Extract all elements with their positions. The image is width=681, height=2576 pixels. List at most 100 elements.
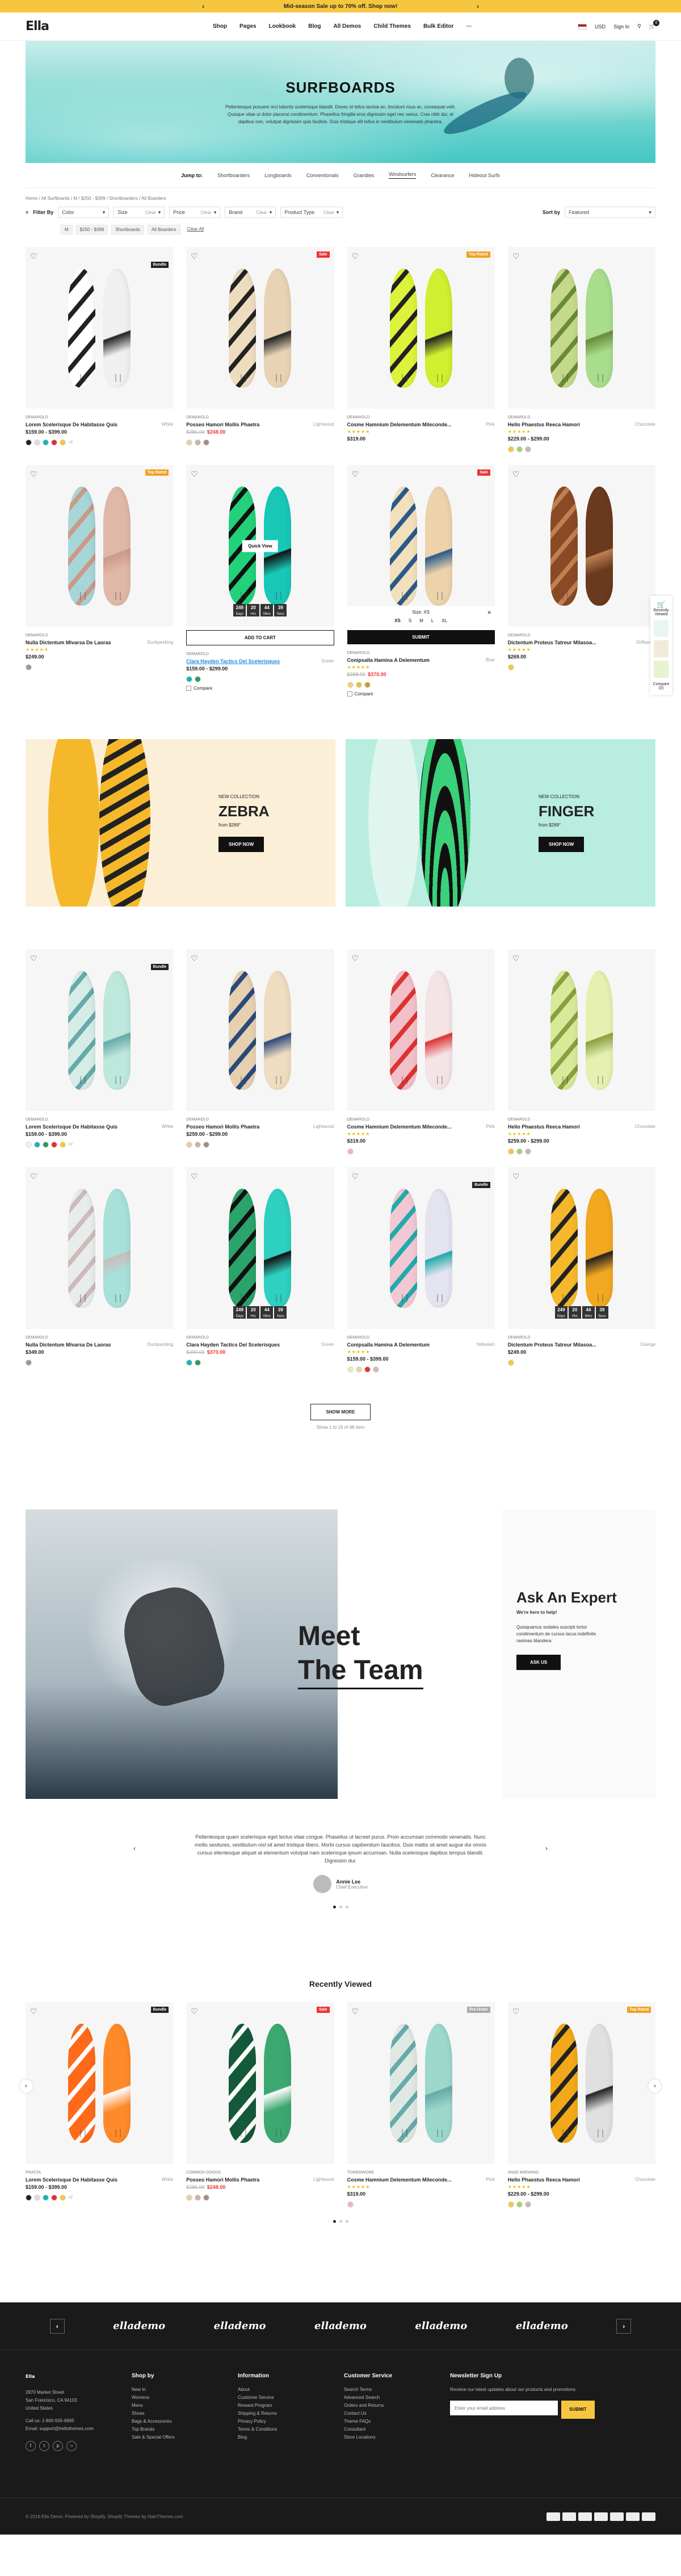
nav-item[interactable]: ⋯ (466, 23, 472, 30)
footer-logo[interactable]: Ella (26, 2373, 132, 2381)
product-card[interactable]: ♡ DEMAROLD Hello Phaestus Reeca Hamori Choc… (507, 247, 655, 452)
more-colors[interactable]: +2 (68, 2196, 73, 2200)
product-vendor[interactable]: DEMAROLD (186, 1336, 334, 1340)
heart-icon[interactable]: ♡ (191, 1172, 198, 1181)
nav-item[interactable]: Shop (213, 23, 227, 30)
announcement-bar[interactable]: ‹ Mid-season Sale up to 70% off. Shop no… (0, 0, 681, 12)
product-name[interactable]: Lorem Scelerisque De Habitasse Quis (26, 1124, 117, 1130)
product-name[interactable]: Posseo Hamori Mollis Phaetra (186, 422, 259, 427)
product-image[interactable]: ♡ Bundle (347, 1167, 495, 1329)
footer-link[interactable]: Store Locations (344, 2434, 450, 2441)
team-line2[interactable]: The Team (298, 1654, 423, 1689)
heart-icon[interactable]: ♡ (30, 1172, 37, 1181)
submit-button[interactable]: SUBMIT (347, 630, 495, 644)
color-swatch[interactable] (26, 2195, 32, 2201)
logo[interactable]: Ella (26, 19, 88, 33)
instagram-icon[interactable]: ○ (66, 2441, 77, 2451)
product-image[interactable]: ♡ Quick View 249 Days 20 Hrs 44 Mins 39 Secs (186, 465, 334, 627)
product-title[interactable]: Dictentum Proteus Tatreur Milasoa... Drif… (508, 640, 655, 645)
product-vendor[interactable]: TOWERWORK (347, 2171, 495, 2175)
brand-logo[interactable]: ellademo (214, 2320, 266, 2332)
cart-icon[interactable]: 🛒 0 (649, 20, 659, 30)
color-swatch[interactable] (34, 1142, 40, 1148)
product-card[interactable]: ♡ Top Rated DEMAROLD Nulla Dictentum Mivars… (26, 465, 174, 697)
product-vendor[interactable]: DEMAROLD (186, 1118, 334, 1122)
product-name[interactable]: Lorem Scelerisque De Habitasse Quis (26, 2177, 117, 2183)
compare-checkbox[interactable]: Compare (186, 686, 334, 691)
product-image[interactable]: ♡ Top Rated (26, 465, 174, 627)
product-name[interactable]: Cosme Hamnium Delementum Mileconde... (347, 1124, 452, 1130)
footer-link[interactable]: Orders and Returns (344, 2402, 450, 2410)
filter-clear[interactable]: Clear (201, 210, 212, 215)
size-option[interactable]: S (409, 618, 411, 623)
product-title[interactable]: Posseo Hamori Mollis Phaetra Lightwood (186, 422, 334, 427)
currency-select[interactable]: USD (595, 24, 606, 30)
jump-item[interactable]: Longboards (264, 173, 292, 178)
jump-item[interactable]: Shortboarders (217, 173, 250, 178)
sidebar-thumb[interactable] (654, 620, 669, 637)
product-image[interactable]: ♡ Top Rated (347, 247, 495, 409)
footer-link[interactable]: Contact Us (344, 2410, 450, 2418)
product-image[interactable]: ♡ Bundle (26, 247, 174, 409)
product-card[interactable]: ♡ Top Rated DEMAROLD Cosme Hamnium Delement… (347, 247, 495, 452)
footer-link[interactable]: Reward Program (238, 2402, 344, 2410)
footer-link[interactable]: About (238, 2386, 344, 2394)
color-swatch[interactable] (507, 664, 514, 670)
heart-icon[interactable]: ♡ (30, 469, 37, 479)
color-swatch[interactable] (203, 1142, 210, 1148)
jump-item[interactable]: Hideout Surfs (469, 173, 500, 178)
jump-item[interactable]: Conventionals (306, 173, 339, 178)
chevron-right-icon[interactable]: › (616, 2318, 632, 2334)
product-name[interactable]: Conipsalla Hamina A Delementum (347, 657, 430, 663)
nav-item[interactable]: Bulk Editor (423, 23, 453, 30)
product-card[interactable]: ♡ Bundle DEMAROLD Conipsalla Hamina A Delem… (347, 1167, 495, 1373)
jump-item[interactable]: Grandies (354, 173, 375, 178)
product-card[interactable]: ♡ Bundle PRATZA Lorem Scelerisque De Habita… (26, 2002, 174, 2208)
filter-chip[interactable]: $250 - $399 (75, 225, 108, 234)
product-vendor[interactable]: DEMAROLD (508, 416, 655, 419)
nav-item[interactable]: Blog (308, 23, 321, 30)
color-swatch[interactable] (51, 1142, 57, 1148)
color-swatch[interactable] (60, 1142, 66, 1148)
footer-link[interactable]: Search Terms (344, 2386, 450, 2394)
color-swatch[interactable] (43, 1142, 49, 1148)
product-title[interactable]: Nulla Dictentum Mivarsa De Laoras Duckpec… (26, 1342, 173, 1348)
color-swatch[interactable] (34, 439, 40, 446)
product-card[interactable]: ♡ Quick View 249 Days 20 Hrs 44 Mins 39 Secs ADD T… (186, 465, 334, 697)
color-swatch[interactable] (516, 446, 523, 452)
product-image[interactable]: ♡ (507, 465, 655, 627)
product-vendor[interactable]: DEMAROLD (508, 1336, 655, 1340)
product-name[interactable]: Posseo Hamori Mollis Phaetra (186, 1124, 259, 1130)
color-swatch[interactable] (195, 1360, 201, 1366)
shop-now-button[interactable]: SHOP NOW (218, 836, 264, 852)
flag-icon[interactable] (578, 23, 587, 30)
product-vendor[interactable]: DEMAROLD (347, 1118, 495, 1122)
checkbox[interactable] (186, 686, 192, 691)
filter-select[interactable]: Product Type Clear ▾ (280, 207, 343, 218)
show-more-button[interactable]: SHOW MORE (310, 1404, 371, 1420)
promo-banner[interactable]: NEW COLLECTION ZEBRA from $289° SHOP NOW (26, 739, 335, 907)
heart-icon[interactable]: ♡ (30, 251, 37, 261)
color-swatch[interactable] (507, 1360, 514, 1366)
product-name[interactable]: Conipsalla Hamina A Delementum (347, 1342, 430, 1348)
product-card[interactable]: ♡ DEMAROLD Hello Phaestus Reeca Hamori Choc… (507, 949, 655, 1155)
more-colors[interactable]: +2 (68, 440, 73, 444)
product-title[interactable]: Posseo Hamori Mollis Phaetra Lightwood (186, 2177, 334, 2183)
color-swatch[interactable] (507, 2201, 514, 2208)
footer-link[interactable]: Blog (238, 2434, 344, 2441)
product-name[interactable]: Lorem Scelerisque De Habitasse Quis (26, 422, 117, 427)
newsletter-submit[interactable]: SUBMIT (561, 2401, 595, 2419)
sidebar-thumb[interactable] (654, 661, 669, 678)
product-name[interactable]: Hello Phaestus Reeca Hamori (508, 1124, 580, 1130)
product-title[interactable]: Hello Phaestus Reeca Hamori Chocolate (508, 422, 655, 427)
chevron-left-icon[interactable]: ‹ (202, 2, 204, 10)
product-image[interactable]: ♡ 249 Days 20 Hrs 44 Mins 39 Secs (507, 1167, 655, 1329)
more-colors[interactable]: +2 (68, 1143, 73, 1147)
product-title[interactable]: Clara Hayden Tactics Del Scelerisques Gre… (186, 658, 334, 664)
product-name[interactable]: Nulla Dictentum Mivarsa De Laoras (26, 640, 111, 645)
nav-item[interactable]: Pages (239, 23, 256, 30)
heart-icon[interactable]: ♡ (512, 1172, 520, 1181)
product-card[interactable]: ♡ Sale DEMAROLD Posseo Hamori Mollis Phaetr… (186, 247, 334, 452)
color-swatch[interactable] (43, 2195, 49, 2201)
product-title[interactable]: Lorem Scelerisque De Habitasse Quis White (26, 2177, 173, 2183)
